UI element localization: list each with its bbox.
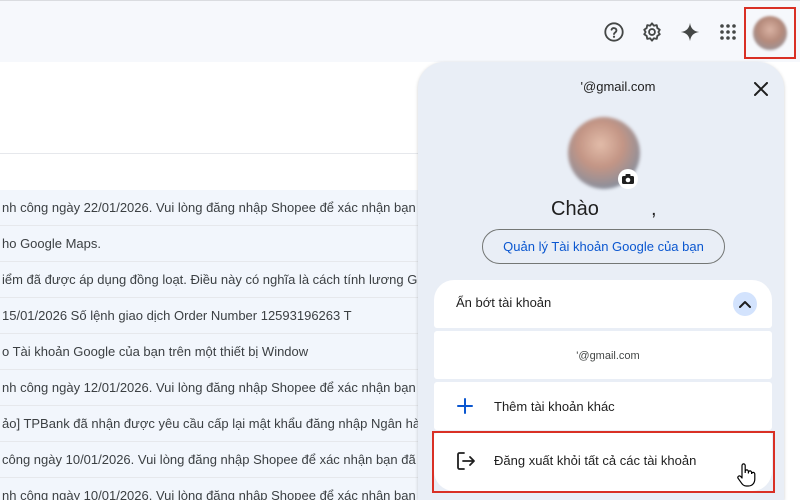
accounts-section-label: Ẩn bớt tài khoản (456, 295, 552, 310)
close-icon[interactable] (748, 76, 774, 102)
email-snippet: nh công ngày 10/01/2026. Vui lòng đăng n… (2, 488, 420, 500)
email-snippet: 15/01/2026 Số lệnh giao dịch Order Numbe… (2, 308, 352, 323)
email-snippet: o Tài khoản Google của bạn trên một thiế… (2, 344, 309, 359)
email-snippet: nh công ngày 12/01/2026. Vui lòng đăng n… (2, 380, 420, 395)
account-avatar-button[interactable] (744, 7, 796, 59)
apps-grid-icon[interactable] (714, 18, 742, 46)
settings-icon[interactable] (638, 18, 666, 46)
email-row[interactable]: 15/01/2026 Số lệnh giao dịch Order Numbe… (0, 298, 420, 334)
email-snippet: công ngày 10/01/2026. Vui lòng đăng nhập… (2, 452, 416, 467)
email-row[interactable]: ho Google Maps. (0, 226, 420, 262)
email-snippet: ho Google Maps. (2, 236, 102, 251)
email-row[interactable]: ảo] TPBank đã nhận được yêu cầu cấp lại … (0, 406, 420, 442)
other-account-item[interactable]: '@gmail.com (434, 331, 772, 379)
email-row[interactable]: o Tài khoản Google của bạn trên một thiế… (0, 334, 420, 370)
add-account-button[interactable]: Thêm tài khoản khác (434, 382, 772, 430)
gemini-sparkle-icon[interactable] (676, 18, 704, 46)
email-row[interactable]: công ngày 10/01/2026. Vui lòng đăng nhập… (0, 442, 420, 478)
avatar (753, 16, 787, 50)
chevron-up-icon[interactable] (733, 292, 757, 316)
add-account-label: Thêm tài khoản khác (494, 399, 615, 414)
email-row[interactable]: iểm đã được áp dụng đồng loạt. Điều này … (0, 262, 420, 298)
email-list: nh công ngày 22/01/2026. Vui lòng đăng n… (0, 62, 420, 500)
top-header (0, 0, 800, 62)
other-account-email: '@gmail.com (576, 350, 640, 362)
hand-cursor-icon (737, 463, 756, 487)
email-row[interactable]: nh công ngày 12/01/2026. Vui lòng đăng n… (0, 370, 420, 406)
account-email: '@gmail.com (580, 79, 656, 94)
sign-out-highlight-box (432, 431, 775, 493)
help-icon[interactable] (600, 18, 628, 46)
greeting: Chào (551, 198, 599, 220)
plus-icon (457, 398, 473, 414)
email-snippet: ảo] TPBank đã nhận được yêu cầu cấp lại … (2, 416, 420, 431)
email-row[interactable]: nh công ngày 10/01/2026. Vui lòng đăng n… (0, 478, 420, 500)
greeting-comma: , (651, 198, 657, 220)
manage-account-button[interactable]: Quản lý Tài khoản Google của bạn (482, 229, 725, 264)
accounts-toggle[interactable]: Ẩn bớt tài khoản (434, 280, 772, 328)
list-spacer (0, 62, 420, 154)
email-snippet: nh công ngày 22/01/2026. Vui lòng đăng n… (2, 200, 420, 215)
email-row[interactable]: nh công ngày 22/01/2026. Vui lòng đăng n… (0, 190, 420, 226)
email-snippet: iểm đã được áp dụng đồng loạt. Điều này … (2, 272, 420, 287)
camera-icon[interactable] (618, 169, 638, 189)
